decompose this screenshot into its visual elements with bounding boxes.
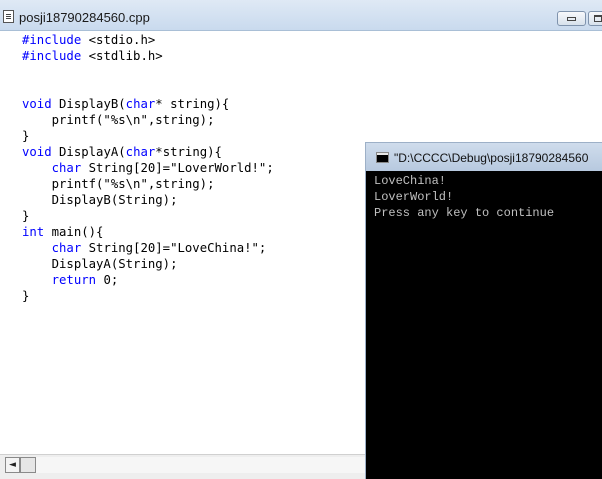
code-keyword: char [125,145,156,159]
code-keyword: void [22,97,52,111]
code-line: int main(){ [22,224,274,240]
editor-title: posji18790284560.cpp [19,10,150,25]
scroll-left-button[interactable]: ◄ [5,457,20,473]
code-text: } [22,289,30,303]
code-line: } [22,208,274,224]
code-keyword: int [22,225,45,239]
code-line: void DisplayB(char* string){ [22,96,274,112]
console-line: LoverWorld! [374,190,454,204]
maximize-button[interactable] [588,11,602,26]
code-text: String[20]="LoveChina!"; [81,241,267,255]
code-text: DisplayB(String); [22,193,178,207]
code-text: String[20]="LoverWorld!"; [81,161,274,175]
code-text: *string){ [155,145,222,159]
code-line: } [22,288,274,304]
console-icon [376,152,389,163]
code-line: DisplayB(String); [22,192,274,208]
code-line: printf("%s\n",string); [22,112,274,128]
code-line: return 0; [22,272,274,288]
console-output: LoveChina! LoverWorld! Press any key to co… [374,173,554,221]
code-text: 0; [96,273,119,287]
code-keyword: void [22,145,52,159]
code-line: char String[20]="LoveChina!"; [22,240,274,256]
code-line: char String[20]="LoverWorld!"; [22,160,274,176]
code-text: <stdio.h> [81,33,156,47]
console-title: "D:\CCCC\Debug\posji18790284560 [394,151,589,165]
code-keyword: #include [22,49,82,63]
editor-gutter [0,31,22,454]
document-icon [3,10,14,23]
code-text: } [22,129,30,143]
code-text: DisplayB( [51,97,126,111]
code-text: * string){ [155,97,230,111]
code-text: DisplayA( [51,145,126,159]
console-line: Press any key to continue [374,206,555,220]
code-text: DisplayA(String); [22,257,178,271]
code-keyword: char [51,241,82,255]
editor-titlebar[interactable]: posji18790284560.cpp [0,0,602,31]
code-line: #include <stdio.h> [22,32,274,48]
code-line: } [22,128,274,144]
code-keyword: return [51,273,97,287]
console-line: LoveChina! [374,174,447,188]
minimize-button[interactable] [557,11,586,26]
code-line: DisplayA(String); [22,256,274,272]
code-text: printf("%s\n",string); [22,113,215,127]
code-keyword: #include [22,33,82,47]
code-keyword: char [125,97,156,111]
code-line: #include <stdlib.h> [22,48,274,64]
code-line: void DisplayA(char*string){ [22,144,274,160]
code-text: printf("%s\n",string); [22,177,215,191]
code-keyword: char [51,161,82,175]
code-text: <stdlib.h> [81,49,163,63]
code-text: main(){ [44,225,104,239]
scroll-thumb[interactable] [20,457,36,473]
code-text: } [22,209,30,223]
console-titlebar[interactable]: "D:\CCCC\Debug\posji18790284560 [366,143,602,171]
console-window: "D:\CCCC\Debug\posji18790284560 LoveChin… [365,142,602,479]
code-line: printf("%s\n",string); [22,176,274,192]
code-editor[interactable]: #include <stdio.h> #include <stdlib.h> voi… [22,32,274,304]
